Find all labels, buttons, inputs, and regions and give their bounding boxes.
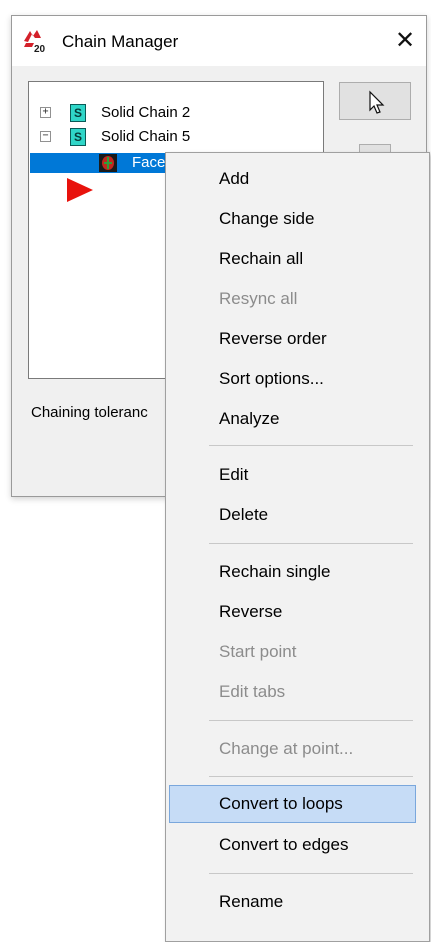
close-icon[interactable]: ✕: [390, 26, 420, 56]
menu-item-convert-to-edges[interactable]: Convert to edges: [166, 826, 429, 864]
menu-item-edit[interactable]: Edit: [166, 456, 429, 494]
tree-item-solid-chain-5[interactable]: − S Solid Chain 5: [29, 126, 309, 148]
menu-item-reverse-order[interactable]: Reverse order: [166, 320, 429, 358]
menu-item-rechain-all[interactable]: Rechain all: [166, 240, 429, 278]
menu-separator: [209, 776, 413, 777]
menu-item-rename[interactable]: Rename: [166, 883, 429, 921]
tree-item-solid-chain-2[interactable]: + S Solid Chain 2: [29, 102, 309, 124]
select-pointer-button[interactable]: [339, 82, 411, 120]
expand-plus-icon[interactable]: +: [40, 107, 51, 118]
menu-item-change-at-point: Change at point...: [219, 739, 354, 758]
menu-separator: [209, 445, 413, 446]
tree-item-label: Solid Chain 5: [101, 128, 191, 145]
menu-separator: [209, 720, 413, 721]
svg-text:20: 20: [34, 44, 46, 53]
menu-item-analyze[interactable]: Analyze: [166, 400, 429, 438]
solid-chain-icon: S: [70, 104, 86, 122]
menu-item-resync-all: Resync all: [219, 289, 298, 308]
menu-item-delete[interactable]: Delete: [166, 496, 429, 534]
menu-separator: [209, 873, 413, 874]
menu-item-sort-options[interactable]: Sort options...: [166, 360, 429, 398]
menu-item-add[interactable]: Add: [166, 160, 429, 198]
cursor-arrow-icon: [369, 90, 385, 114]
tree-item-label: Solid Chain 2: [101, 104, 191, 121]
face-icon: [99, 154, 117, 172]
menu-item-rechain-single[interactable]: Rechain single: [166, 553, 429, 591]
menu-item-start-point: Start point: [219, 642, 297, 661]
mastercam-logo-icon: 20: [24, 30, 46, 53]
menu-item-edit-tabs: Edit tabs: [219, 682, 286, 701]
context-menu: Add Change side Rechain all Resync all R…: [165, 152, 430, 942]
solid-chain-icon: S: [70, 128, 86, 146]
window-title: Chain Manager: [62, 32, 179, 51]
chain-start-arrow-icon: [67, 178, 93, 202]
collapse-minus-icon[interactable]: −: [40, 131, 51, 142]
menu-item-change-side[interactable]: Change side: [166, 200, 429, 238]
chaining-tolerance-label: Chaining toleranc: [31, 404, 148, 421]
menu-separator: [209, 543, 413, 544]
title-bar: 20 Chain Manager ✕: [12, 16, 426, 66]
face-label: Face: [132, 154, 166, 171]
menu-item-reverse[interactable]: Reverse: [166, 593, 429, 631]
menu-item-convert-to-loops[interactable]: Convert to loops: [169, 785, 416, 823]
